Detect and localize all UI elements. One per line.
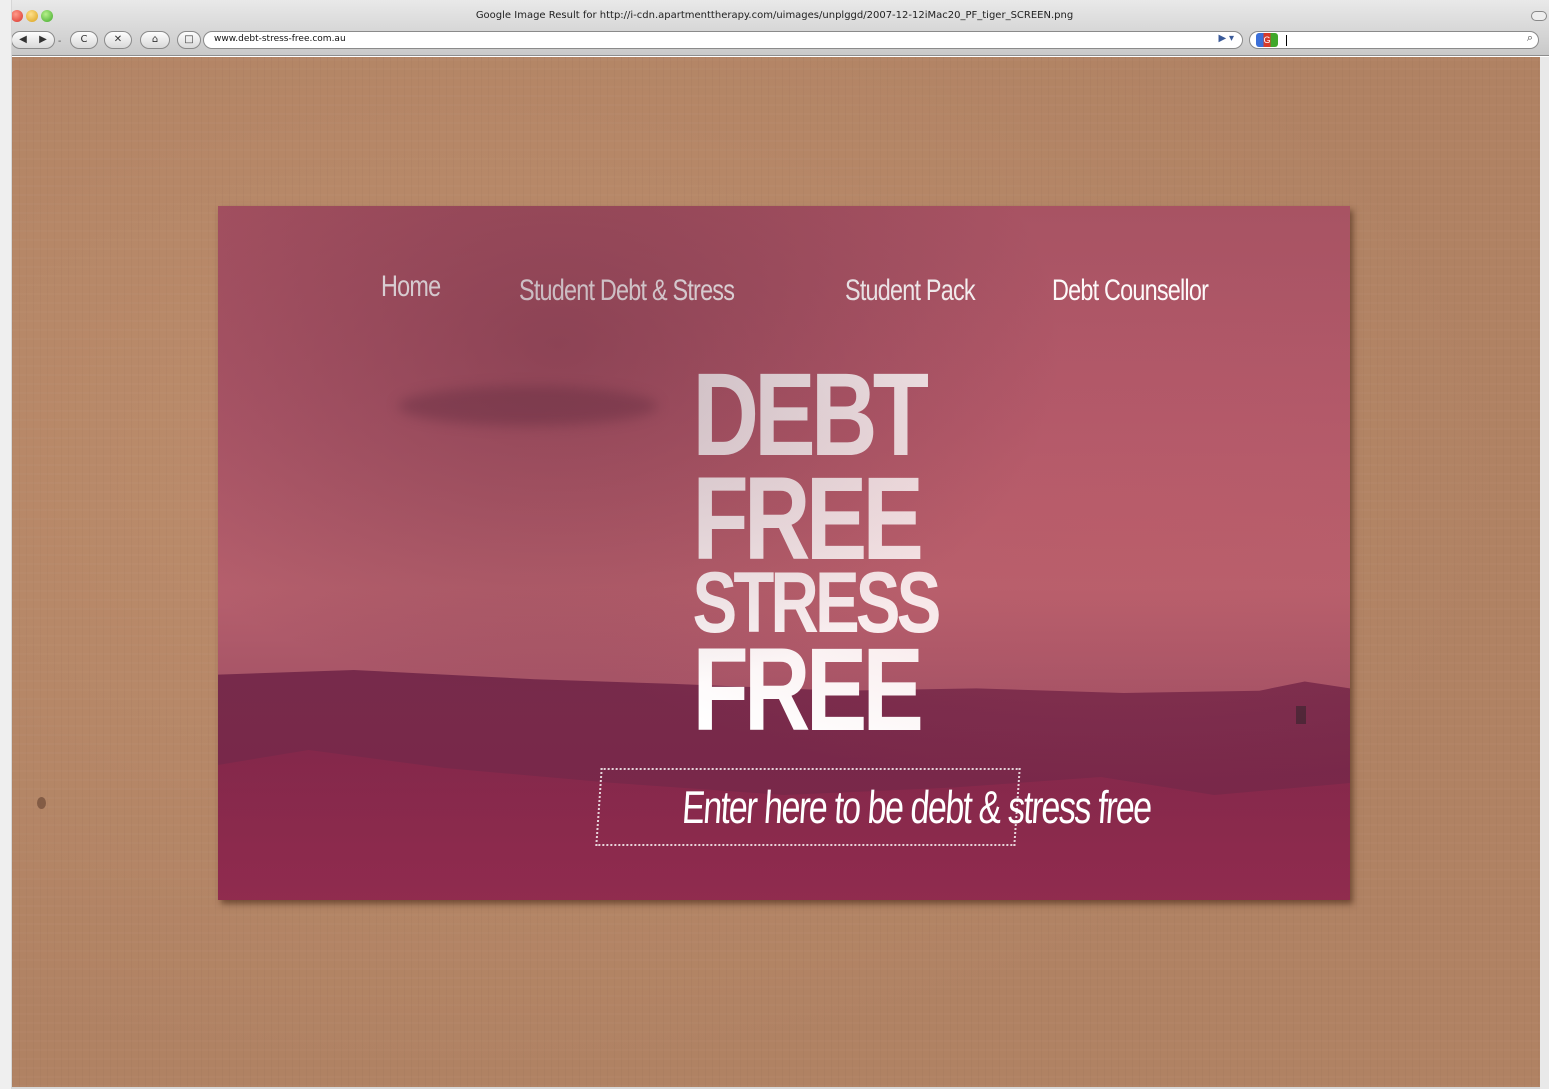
hero-card: Home Student Debt & Stress Student Pack … bbox=[218, 206, 1350, 900]
window-left-border bbox=[0, 0, 12, 1089]
nav-home-link[interactable]: Home bbox=[381, 270, 441, 304]
toolbar-toggle-button[interactable] bbox=[1531, 11, 1547, 21]
history-dropdown-icon[interactable]: - bbox=[58, 36, 61, 47]
back-icon[interactable]: ◀ bbox=[13, 32, 33, 48]
window-title: Google Image Result for http://i-cdn.apa… bbox=[475, 10, 1074, 21]
search-field[interactable]: G ⌕ bbox=[1249, 31, 1539, 49]
cardboard-speck bbox=[37, 797, 46, 809]
hero-title: DEBT FREE STRESS FREE bbox=[665, 356, 942, 757]
rss-icon[interactable]: ▶ ▾ bbox=[1219, 33, 1235, 44]
home-button[interactable]: ⌂ bbox=[140, 31, 170, 49]
reload-button[interactable]: C bbox=[70, 31, 98, 49]
lighthouse-tower bbox=[1296, 706, 1306, 724]
google-icon[interactable]: G bbox=[1256, 33, 1278, 47]
add-bookmark-button[interactable]: □ bbox=[177, 31, 201, 49]
enter-site-label: Enter here to be debt & stress free bbox=[680, 781, 1153, 833]
cloud-shape bbox=[398, 386, 658, 426]
hero-line-free-2: FREE bbox=[692, 624, 924, 757]
enter-site-button[interactable]: Enter here to be debt & stress free bbox=[595, 768, 1153, 846]
nav-debt-counsellor-link[interactable]: Debt Counsellor bbox=[1052, 274, 1209, 308]
search-icon[interactable]: ⌕ bbox=[1527, 32, 1533, 45]
forward-icon[interactable]: ▶ bbox=[33, 32, 53, 48]
text-caret bbox=[1286, 35, 1287, 46]
back-forward-buttons: ◀ ▶ bbox=[11, 31, 55, 49]
nav-student-pack-link[interactable]: Student Pack bbox=[845, 274, 976, 308]
nav-student-debt-link[interactable]: Student Debt & Stress bbox=[519, 274, 735, 308]
address-bar[interactable]: www.debt-stress-free.com.au ▶ ▾ bbox=[203, 31, 1243, 49]
stop-button[interactable]: ✕ bbox=[104, 31, 132, 49]
window-right-border bbox=[1540, 57, 1549, 1089]
browser-toolbar: Google Image Result for http://i-cdn.apa… bbox=[0, 0, 1549, 56]
address-text[interactable]: www.debt-stress-free.com.au bbox=[214, 34, 346, 44]
